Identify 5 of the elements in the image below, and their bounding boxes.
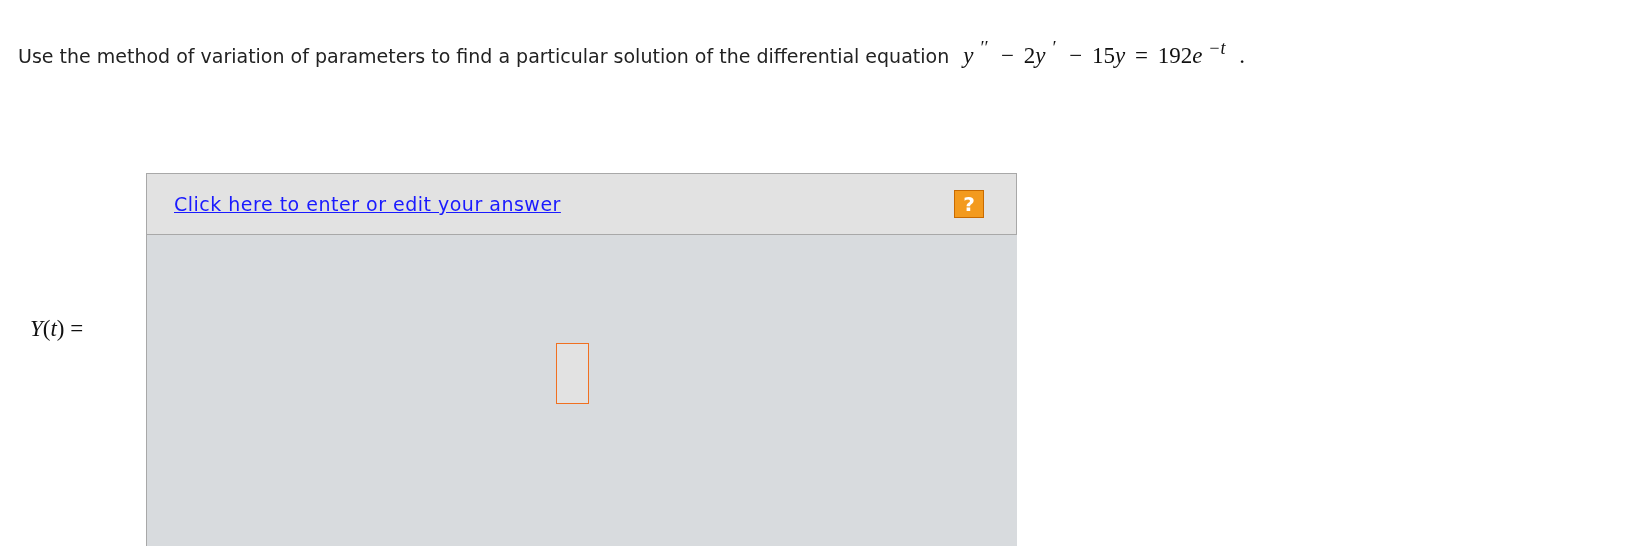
equation: y $^{′′}$ − 2y $^{′}$ − 15y = 192e $^{−t}$ . xyxy=(963,38,1245,69)
edit-answer-link[interactable]: Click here to enter or edit your answer xyxy=(174,193,561,215)
question-text: Use the method of variation of parameters to find a particular solution of the differential equation xyxy=(18,44,950,67)
answer-label: Y(t) = xyxy=(29,315,85,342)
answer-box[interactable] xyxy=(555,343,589,404)
